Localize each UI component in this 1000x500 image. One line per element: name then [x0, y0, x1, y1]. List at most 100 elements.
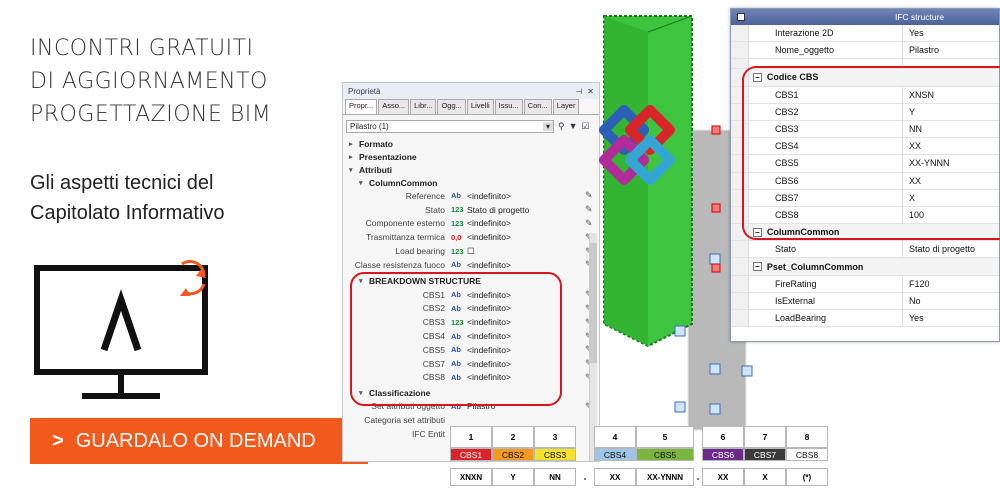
property-value: <indefinito>: [467, 190, 511, 201]
property-value: Stato di progetto: [467, 204, 530, 215]
cbs-column-number: 6: [702, 426, 744, 448]
property-label: Load bearing: [395, 246, 445, 257]
properties-titlebar: Proprietà ⊣ ✕: [343, 83, 599, 99]
ifc-value: Yes: [909, 28, 924, 39]
property-value: <indefinito>: [467, 232, 511, 243]
cbs-column-number: 3: [534, 426, 576, 448]
cbs-column-number: 5: [636, 426, 694, 448]
filter-icon[interactable]: ▼: [569, 121, 578, 131]
ifc-key: IsExternal: [749, 292, 903, 309]
type-badge: 123: [451, 246, 464, 256]
cbs-separator: -: [696, 473, 700, 483]
load-bearing-checkbox[interactable]: ☐: [467, 246, 585, 257]
ifc-key: Stato: [749, 241, 903, 258]
ifc-group-label: Pset_ColumnCommon: [766, 261, 864, 272]
ifc-row[interactable]: Nome_oggetto Pilastro: [731, 42, 999, 60]
cbs-column-tag: CBS5: [636, 448, 694, 461]
cbs-column-result: XX: [594, 468, 636, 486]
properties-tabs: Propr... Asso... Libr... Ogg... Livelli …: [343, 99, 599, 115]
ifc-row[interactable]: FireRating F120: [731, 275, 999, 293]
property-value: <indefinito>: [467, 259, 511, 270]
tab-associations[interactable]: Asso...: [378, 99, 410, 114]
property-row[interactable]: Classe resistenza fuocoAb<indefinito>✎: [343, 258, 599, 272]
checkbox-icon[interactable]: ☑: [582, 121, 590, 132]
tab-libraries[interactable]: Libr...: [410, 99, 437, 114]
group-column-common[interactable]: ▾ ColumnCommon: [343, 176, 599, 189]
group-label: Attributi: [359, 164, 393, 175]
collapse-icon: ▾: [359, 179, 363, 187]
group-label: Formato: [359, 138, 393, 149]
collapse-icon: ▾: [349, 166, 353, 174]
close-icon[interactable]: ✕: [587, 87, 594, 96]
tab-properties[interactable]: Propr...: [345, 99, 378, 114]
type-badge: 123: [451, 218, 464, 228]
chevron-down-icon: ▾: [543, 121, 553, 131]
tab-content[interactable]: Con...: [523, 99, 552, 114]
cbs-column-tag: CBS7: [744, 448, 786, 461]
zoom-icon[interactable]: ⚲: [558, 121, 565, 132]
ifc-value: Stato di progetto: [909, 244, 976, 255]
ifc-key: Nome_oggetto: [749, 42, 903, 59]
ifc-value: F120: [909, 278, 930, 289]
ifc-header: IFC structure: [731, 9, 999, 25]
property-value: <indefinito>: [467, 218, 511, 229]
group-presentazione[interactable]: ▸ Presentazione: [343, 150, 599, 163]
ifc-window-icon: [737, 13, 745, 21]
expand-icon: ▸: [349, 153, 353, 161]
cbs-column-tag: CBS4: [594, 448, 636, 461]
headline-line: DI AGGIORNAMENTO: [30, 69, 268, 94]
cbs-column-result: XX: [702, 468, 744, 486]
property-label: Trasmittanza termica: [365, 232, 445, 243]
cbs-column-result: NN: [534, 468, 576, 486]
ifc-group-pset[interactable]: − Pset_ColumnCommon: [731, 258, 999, 276]
tab-objects[interactable]: Ogg...: [437, 99, 466, 114]
cbs-column-number: 1: [450, 426, 492, 448]
group-label: ColumnCommon: [369, 177, 438, 188]
chevron-right-icon: >: [52, 429, 64, 452]
property-row[interactable]: Stato 123 Stato di progetto ✎: [343, 203, 599, 217]
monitor-icon: [34, 260, 208, 399]
headline: INCONTRI GRATUITI DI AGGIORNAMENTO PROGE…: [30, 32, 271, 131]
ifc-key: LoadBearing: [749, 310, 903, 327]
cbs-column-result: XNXN: [450, 468, 492, 486]
ifc-value: Pilastro: [909, 45, 940, 56]
watch-on-demand-button[interactable]: > GUARDALO ON DEMAND: [30, 418, 368, 464]
ifc-row[interactable]: LoadBearing Yes: [731, 310, 999, 328]
tab-issues[interactable]: Issu...: [494, 99, 523, 114]
cbs-column-tag: CBS6: [702, 448, 744, 461]
property-row[interactable]: Load bearing123☐✎: [343, 244, 599, 258]
group-attributi[interactable]: ▾ Attributi: [343, 163, 599, 176]
headline-line: INCONTRI GRATUITI: [30, 36, 254, 61]
property-label: IFC Entit: [411, 428, 445, 439]
subheading-line: Gli aspetti tecnici del: [30, 172, 214, 194]
type-badge: 0,0: [451, 232, 462, 242]
cbs-column-result: XX-YNNN: [636, 468, 694, 486]
collapse-icon[interactable]: −: [752, 262, 762, 272]
ifc-value: No: [909, 295, 921, 306]
pin-icon[interactable]: ⊣: [575, 87, 582, 96]
tab-levels[interactable]: Livelli: [466, 99, 494, 114]
ifc-row[interactable]: IsExternal No: [731, 292, 999, 310]
ifc-row[interactable]: Stato Stato di progetto: [731, 241, 999, 259]
cbs-column-result: Y: [492, 468, 534, 486]
cbs-column-result: (*): [786, 468, 828, 486]
property-label: Stato: [425, 204, 445, 215]
group-formato[interactable]: ▸ Formato: [343, 137, 599, 150]
property-row[interactable]: Componente esterno 123 <indefinito> ✎: [343, 217, 599, 231]
subheading-line: Capitolato Informativo: [30, 202, 225, 224]
properties-title: Proprietà: [348, 86, 381, 96]
cbs-column-number: 7: [744, 426, 786, 448]
cta-label: GUARDALO ON DEMAND: [75, 429, 316, 452]
property-row[interactable]: Trasmittanza termica0,0<indefinito>✎: [343, 230, 599, 244]
type-badge: Ab: [451, 260, 461, 270]
property-row[interactable]: Categoria set attributi: [343, 413, 599, 427]
object-dropdown[interactable]: Pilastro (1) ▾: [346, 119, 554, 133]
cbs-separator: -: [583, 473, 587, 483]
ifc-row[interactable]: Interazione 2D Yes: [731, 25, 999, 43]
tab-layer[interactable]: Layer: [552, 99, 580, 114]
ifc-title: IFC structure: [895, 12, 945, 22]
cbs-column-tag: CBS2: [492, 448, 534, 461]
object-dropdown-value: Pilastro (1): [350, 121, 389, 131]
property-row[interactable]: Reference Ab <indefinito> ✎: [343, 189, 599, 203]
property-label: Categoria set attributi: [364, 415, 445, 426]
